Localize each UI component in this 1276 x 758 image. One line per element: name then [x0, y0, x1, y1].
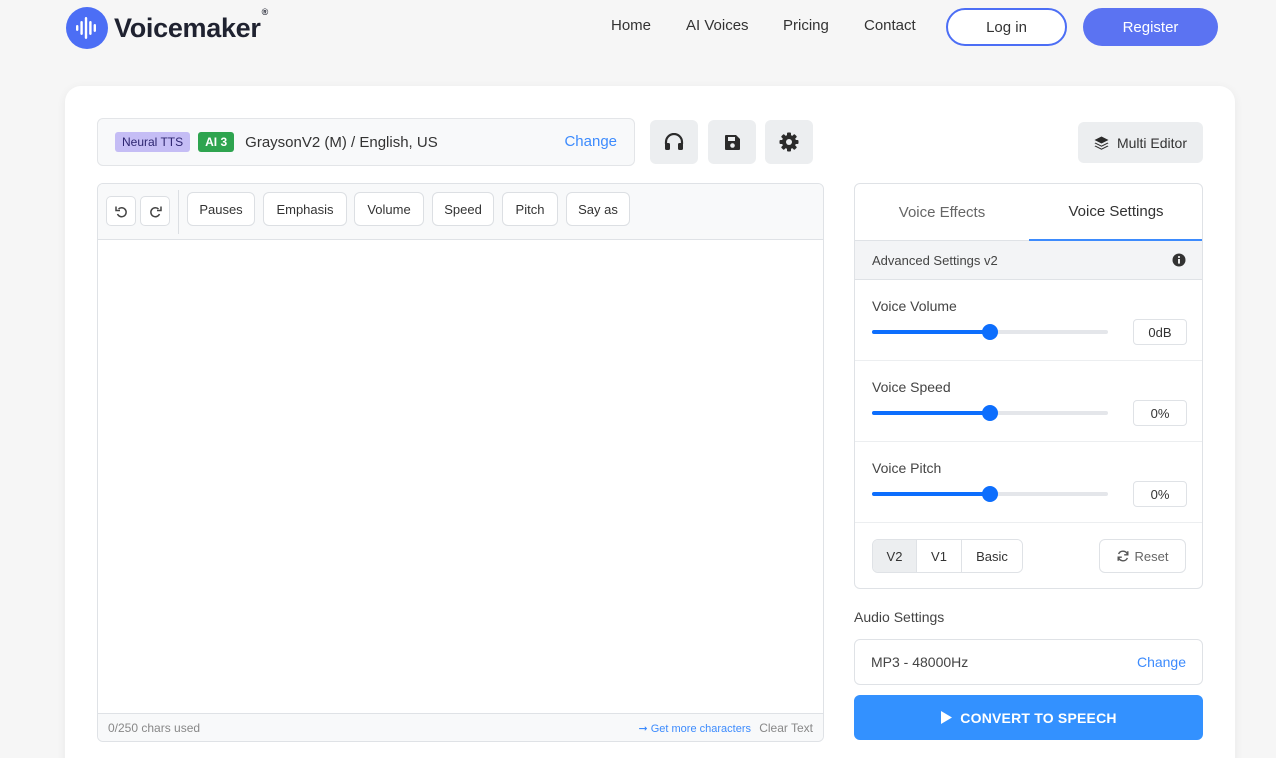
pitch-button[interactable]: Pitch [502, 192, 558, 226]
multi-editor-label: Multi Editor [1116, 134, 1188, 151]
refresh-icon [1117, 550, 1129, 562]
nav-home-link[interactable]: Home [611, 17, 651, 34]
advanced-settings-label: Advanced Settings v2 [872, 253, 998, 268]
tier-badge: AI 3 [198, 132, 235, 152]
editor-toolbar: Pauses Emphasis Volume Speed Pitch Say a… [98, 184, 823, 240]
tab-voice-settings[interactable]: Voice Settings [1029, 184, 1202, 241]
login-button[interactable]: Log in [946, 8, 1067, 46]
layers-icon [1094, 136, 1109, 150]
voice-selector: Neural TTS AI 3 GraysonV2 (M) / English,… [97, 118, 635, 166]
save-button[interactable] [708, 120, 756, 164]
reset-label: Reset [1134, 548, 1169, 564]
voice-volume-value[interactable]: 0dB [1133, 319, 1187, 345]
text-editor: Pauses Emphasis Volume Speed Pitch Say a… [97, 183, 824, 742]
clear-text-link[interactable]: Clear Text [759, 721, 813, 735]
engine-badge: Neural TTS [115, 132, 191, 152]
slider-thumb[interactable] [982, 324, 998, 340]
waveform-logo-icon [66, 7, 108, 49]
info-icon[interactable] [1172, 253, 1186, 267]
chars-used-counter: 0/250 chars used [108, 721, 201, 735]
slider-thumb[interactable] [982, 405, 998, 421]
undo-icon [114, 206, 127, 217]
logo[interactable]: Voicemaker® [66, 7, 268, 49]
audio-format-value: MP3 - 48000Hz [871, 654, 969, 670]
voice-pitch-value[interactable]: 0% [1133, 481, 1187, 507]
settings-button[interactable] [765, 120, 813, 164]
version-v2-button[interactable]: V2 [873, 540, 917, 572]
voice-volume-label: Voice Volume [872, 298, 957, 314]
voice-pitch-row: Voice Pitch 0% [855, 442, 1202, 523]
nav-pricing-link[interactable]: Pricing [783, 17, 829, 34]
top-nav: Voicemaker® Home AI Voices Pricing Conta… [0, 0, 1276, 56]
redo-button[interactable] [140, 196, 170, 226]
version-v1-button[interactable]: V1 [917, 540, 962, 572]
voice-speed-value[interactable]: 0% [1133, 400, 1187, 426]
voice-volume-row: Voice Volume 0dB [855, 280, 1202, 361]
reset-button[interactable]: Reset [1099, 539, 1186, 573]
version-basic-button[interactable]: Basic [962, 540, 1022, 572]
slider-fill [872, 411, 990, 415]
logo-text: Voicemaker® [114, 6, 268, 43]
settings-icon [779, 132, 799, 152]
nav-ai-voices-link[interactable]: AI Voices [686, 17, 749, 34]
advanced-settings-bar: Advanced Settings v2 [855, 241, 1202, 280]
convert-to-speech-button[interactable]: CONVERT TO SPEECH [854, 695, 1203, 740]
voice-pitch-label: Voice Pitch [872, 460, 942, 476]
say-as-button[interactable]: Say as [566, 192, 630, 226]
multi-editor-button[interactable]: Multi Editor [1078, 122, 1203, 163]
version-selector: V2 V1 Basic [872, 539, 1023, 573]
get-more-characters-link[interactable]: ➞ Get more characters [638, 722, 751, 735]
undo-button[interactable] [106, 196, 136, 226]
main-card: Neural TTS AI 3 GraysonV2 (M) / English,… [65, 86, 1235, 758]
headphones-icon [664, 133, 684, 150]
text-input-area[interactable] [98, 240, 823, 713]
register-button[interactable]: Register [1083, 8, 1218, 46]
voice-pitch-slider[interactable] [872, 486, 1108, 502]
voice-speed-slider[interactable] [872, 405, 1108, 421]
slider-fill [872, 330, 990, 334]
emphasis-button[interactable]: Emphasis [263, 192, 347, 226]
nav-contact-link[interactable]: Contact [864, 17, 916, 34]
toolbar-divider [178, 190, 179, 234]
play-icon [941, 711, 953, 724]
pauses-button[interactable]: Pauses [187, 192, 255, 226]
arrow-right-icon: ➞ [638, 723, 651, 735]
save-icon [724, 134, 740, 150]
preview-button[interactable] [650, 120, 698, 164]
voice-speed-label: Voice Speed [872, 379, 951, 395]
voice-speed-row: Voice Speed 0% [855, 361, 1202, 442]
audio-settings-title: Audio Settings [854, 609, 945, 625]
convert-label: CONVERT TO SPEECH [960, 709, 1117, 726]
slider-fill [872, 492, 990, 496]
slider-thumb[interactable] [982, 486, 998, 502]
voice-name: GraysonV2 (M) / English, US [245, 133, 438, 151]
redo-icon [149, 206, 162, 217]
tab-voice-effects[interactable]: Voice Effects [855, 184, 1029, 241]
editor-footer: 0/250 chars used ➞ Get more characters C… [98, 713, 823, 741]
speed-button[interactable]: Speed [432, 192, 494, 226]
change-audio-link[interactable]: Change [1137, 654, 1186, 670]
change-voice-link[interactable]: Change [564, 133, 617, 150]
voice-volume-slider[interactable] [872, 324, 1108, 340]
audio-format-box: MP3 - 48000Hz Change [854, 639, 1203, 685]
voice-settings-panel: Voice Effects Voice Settings Advanced Se… [854, 183, 1203, 589]
volume-button[interactable]: Volume [354, 192, 424, 226]
